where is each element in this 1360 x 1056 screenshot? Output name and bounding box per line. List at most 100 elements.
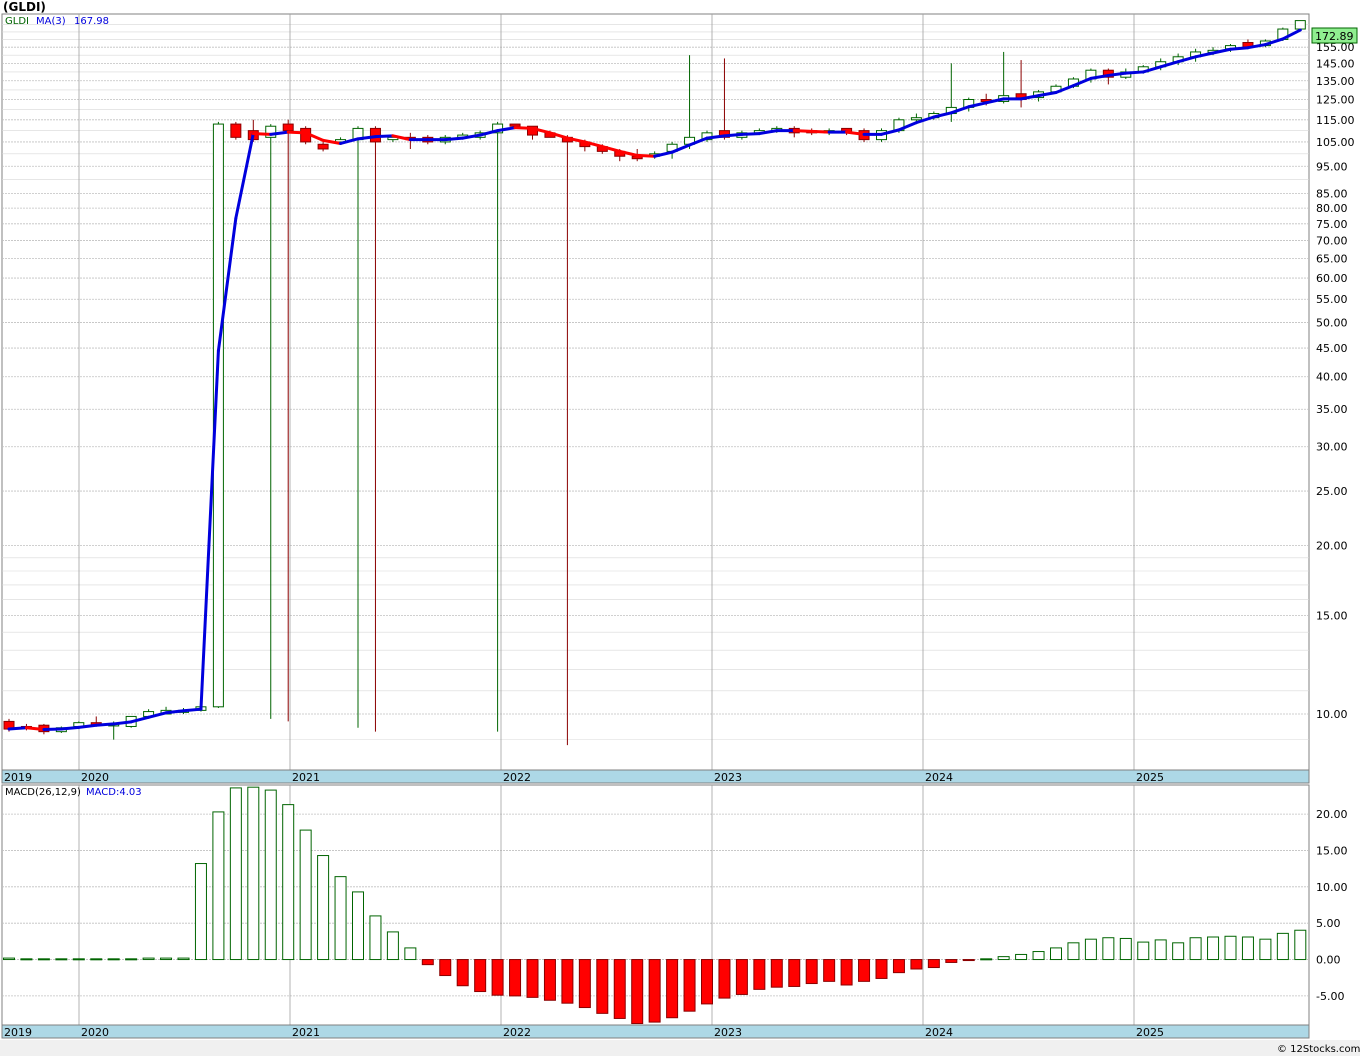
- macd-bar: [1207, 936, 1220, 961]
- macd-bar: [1015, 953, 1028, 961]
- macd-tick-label: 15.00: [1316, 844, 1348, 857]
- ma-segment: [286, 130, 308, 135]
- ma-segment: [182, 707, 203, 713]
- price-tick-label: 10.00: [1316, 708, 1348, 721]
- macd-bar: [892, 959, 905, 974]
- macd-bar: [37, 958, 50, 961]
- price-tick-label: 45.00: [1316, 342, 1348, 355]
- last-price-badge: 172.89: [1311, 27, 1358, 44]
- macd-axis: -5.00 0.00 5.00 10.00 15.00 20.00: [1316, 808, 1348, 1003]
- price-tick-label: 145.00: [1316, 57, 1355, 70]
- macd-bar: [491, 959, 504, 996]
- price-x-axis-band: [1, 769, 1310, 784]
- macd-bar: [648, 959, 661, 1023]
- year-label: 2025: [1136, 1026, 1164, 1039]
- macd-tick-label: 0.00: [1316, 954, 1341, 967]
- year-label: 2020: [81, 1026, 109, 1039]
- macd-x-axis-band: [1, 1024, 1310, 1039]
- macd-bar: [788, 959, 801, 987]
- macd-bar: [1241, 936, 1254, 961]
- ma-segment: [722, 132, 744, 138]
- year-label: 2020: [81, 771, 109, 784]
- chart-title: (GLDI): [3, 0, 46, 14]
- macd-tick-label: 5.00: [1316, 917, 1341, 930]
- macd-bar: [1050, 947, 1062, 961]
- price-tick-label: 55.00: [1316, 293, 1348, 306]
- macd-bar: [735, 959, 748, 995]
- macd-panel: -5.00 0.00 5.00 10.00 15.00 20.00 MACD(26,12,…: [1, 784, 1348, 1039]
- macd-bar: [823, 959, 836, 982]
- macd-bar: [247, 786, 260, 961]
- price-tick-label: 15.00: [1316, 609, 1348, 622]
- macd-bar: [55, 958, 68, 961]
- price-tick-label: 25.00: [1316, 485, 1348, 498]
- macd-bar: [1032, 951, 1045, 961]
- year-label: 2019: [4, 771, 32, 784]
- macd-bar: [927, 959, 940, 969]
- macd-bar: [107, 958, 120, 961]
- candle-body: [509, 123, 521, 127]
- ma-segment: [77, 723, 98, 729]
- ma-segment: [810, 129, 831, 134]
- ma-segment: [740, 132, 761, 136]
- macd-bar: [1294, 929, 1307, 961]
- macd-bar: [543, 959, 556, 1001]
- macd-bar: [945, 959, 958, 963]
- macd-bar: [997, 956, 1010, 961]
- price-tick-label: 40.00: [1316, 371, 1348, 384]
- macd-bar: [770, 959, 783, 988]
- macd-bar: [317, 855, 330, 961]
- macd-bar: [90, 958, 103, 961]
- macd-bar: [1067, 942, 1080, 961]
- year-label: 2025: [1136, 771, 1164, 784]
- macd-bar: [805, 959, 818, 985]
- macd-bar: [439, 959, 452, 977]
- candle-body: [910, 117, 922, 121]
- year-label: 2021: [292, 771, 320, 784]
- price-tick-label: 70.00: [1316, 235, 1348, 248]
- macd-bar: [753, 959, 766, 990]
- price-tick-label: 30.00: [1316, 441, 1348, 454]
- macd-bar: [509, 959, 522, 997]
- price-tick-label: 85.00: [1316, 187, 1348, 200]
- macd-bar: [561, 959, 574, 1004]
- year-label: 2023: [714, 771, 742, 784]
- ma-segment: [635, 153, 657, 158]
- ma-segment: [59, 725, 81, 731]
- year-label: 2021: [292, 1026, 320, 1039]
- year-label: 2022: [503, 771, 531, 784]
- macd-bar: [962, 959, 975, 962]
- ma-segment: [792, 129, 814, 133]
- macd-bar: [613, 959, 626, 1019]
- macd-bar: [386, 931, 399, 961]
- ma-label: MA(3): [36, 16, 66, 27]
- price-panel: 10.00 15.00 20.00 25.00 30.00 35.00 40.00 45.00…: [1, 13, 1358, 784]
- macd-bar: [526, 959, 539, 998]
- ma-segment: [94, 722, 116, 727]
- macd-bar: [334, 876, 347, 961]
- macd-tick-label: -5.00: [1316, 990, 1344, 1003]
- credit-text: © 12Stocks.com: [1277, 1044, 1360, 1055]
- macd-bar: [3, 957, 15, 961]
- price-tick-label: 35.00: [1316, 403, 1348, 416]
- macd-bar: [596, 959, 609, 1014]
- year-label: 2024: [925, 1026, 953, 1039]
- stock-chart: (GLDI) 10.00 15.00 20.00 25.00 30.00 35.00 40.…: [0, 0, 1360, 1056]
- macd-bar: [1189, 937, 1202, 961]
- macd-bar: [125, 958, 138, 961]
- ma-segment: [1229, 46, 1250, 51]
- ma-segment: [1124, 70, 1145, 75]
- price-tick-label: 65.00: [1316, 253, 1348, 266]
- macd-bar: [474, 959, 487, 993]
- macd-bar: [1172, 942, 1185, 961]
- macd-bar: [20, 958, 33, 961]
- macd-bar: [1224, 935, 1237, 961]
- price-tick-label: 135.00: [1316, 75, 1355, 88]
- macd-bar: [177, 957, 190, 961]
- price-tick-label: 80.00: [1316, 202, 1348, 215]
- macd-value-label: MACD:4.03: [86, 787, 142, 798]
- macd-bar: [1276, 932, 1289, 961]
- ma-value: 167.98: [74, 16, 109, 27]
- macd-bar: [421, 959, 434, 966]
- macd-bar: [1259, 938, 1272, 961]
